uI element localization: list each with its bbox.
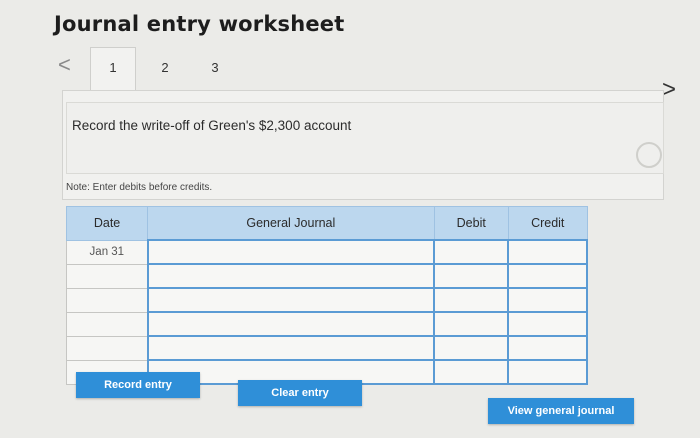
- chevron-right-icon[interactable]: >: [662, 76, 676, 104]
- page-title: Journal entry worksheet: [54, 12, 345, 36]
- date-cell: [65, 311, 149, 337]
- circle-icon: [636, 142, 662, 168]
- date-cell: [65, 287, 149, 313]
- debit-input[interactable]: [433, 263, 510, 289]
- journal-table: Date General Journal Debit Credit Jan 31: [65, 206, 588, 385]
- column-header-credit: Credit: [507, 206, 588, 241]
- note-text: Note: Enter debits before credits.: [66, 182, 213, 193]
- table-row: [65, 311, 588, 337]
- clear-entry-button[interactable]: Clear entry: [238, 380, 362, 406]
- column-header-general-journal: General Journal: [147, 206, 435, 241]
- account-input[interactable]: [146, 335, 436, 361]
- table-row: [65, 335, 588, 361]
- debit-input[interactable]: [433, 335, 510, 361]
- view-general-journal-button[interactable]: View general journal: [488, 398, 634, 424]
- debit-input[interactable]: [433, 239, 510, 265]
- instruction-text: Record the write-off of Green's $2,300 a…: [72, 118, 352, 133]
- account-input[interactable]: [146, 239, 436, 265]
- date-cell: [65, 335, 149, 361]
- credit-input[interactable]: [507, 359, 588, 385]
- account-input[interactable]: [146, 287, 436, 313]
- tab-2[interactable]: 2: [150, 60, 180, 75]
- account-input[interactable]: [146, 311, 436, 337]
- instruction-box: [66, 102, 664, 174]
- date-cell: Jan 31: [65, 239, 149, 265]
- account-input[interactable]: [146, 263, 436, 289]
- table-row: Jan 31: [65, 239, 588, 265]
- credit-input[interactable]: [507, 263, 588, 289]
- credit-input[interactable]: [507, 287, 588, 313]
- chevron-left-icon[interactable]: <: [58, 52, 71, 78]
- table-row: [65, 287, 588, 313]
- debit-input[interactable]: [433, 311, 510, 337]
- table-row: [65, 263, 588, 289]
- tab-1[interactable]: 1: [98, 60, 128, 75]
- tab-3[interactable]: 3: [200, 60, 230, 75]
- debit-input[interactable]: [433, 287, 510, 313]
- credit-input[interactable]: [507, 239, 588, 265]
- credit-input[interactable]: [507, 311, 588, 337]
- date-cell: [65, 263, 149, 289]
- debit-input[interactable]: [433, 359, 510, 385]
- credit-input[interactable]: [507, 335, 588, 361]
- column-header-date: Date: [65, 206, 149, 241]
- column-header-debit: Debit: [433, 206, 509, 241]
- record-entry-button[interactable]: Record entry: [76, 372, 200, 398]
